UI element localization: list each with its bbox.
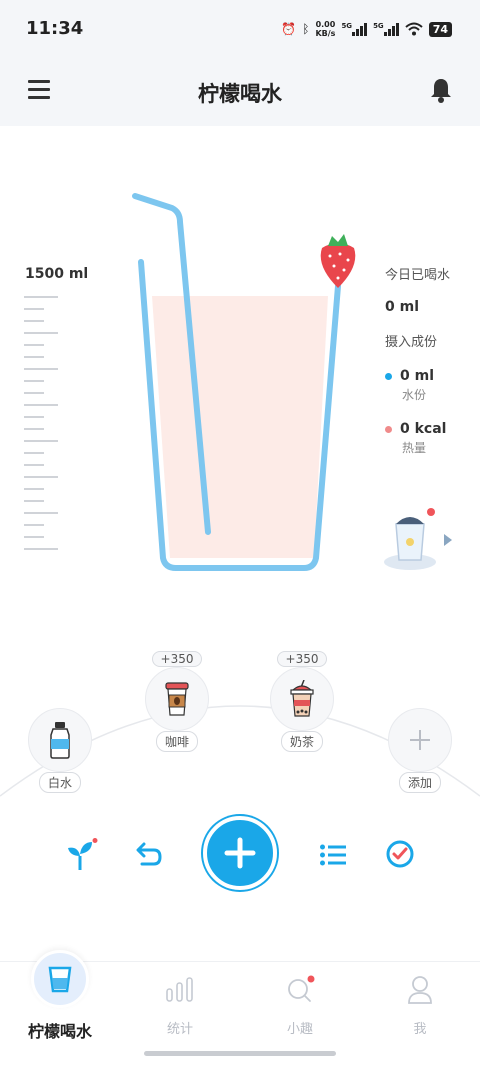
tab-home-label: 柠檬喝水 [27,1022,92,1041]
calorie-dot [385,425,392,433]
signal-icon [383,22,399,36]
bluetooth-icon: ᛒ [302,22,310,36]
water-cup[interactable] [120,186,360,646]
drink-milktea-amount: +350 [276,651,328,667]
drink-coffee-circle [145,667,209,731]
tab-discover[interactable]: 小趣 [240,962,360,1037]
calorie-value: 0 kcal [400,421,447,437]
tab-discover-label: 小趣 [286,1022,313,1037]
drink-coffee-amount: +350 [151,651,203,667]
app-header: 柠檬喝水 [0,62,480,126]
water-bottle-icon [50,722,70,759]
drink-water-circle [28,708,92,772]
drink-milktea-label: 奶茶 [280,731,323,752]
status-bar: 11:34 ⏰ ᛒ 0.00 KB/s 5G 5G 74 [0,0,480,62]
net-speed: 0.00 KB/s [315,20,336,38]
coffee-cup-icon [165,682,189,716]
battery-icon: 74 [428,21,452,37]
signal-icon [352,22,368,36]
list-icon[interactable] [320,844,346,866]
plant-icon[interactable] [66,838,100,872]
drink-add-label: 添加 [398,772,441,793]
calorie-label: 热量 [402,441,427,455]
milk-tea-icon [290,680,314,717]
tab-stats[interactable]: 统计 [120,962,240,1037]
user-icon [408,976,432,1004]
drink-add-button[interactable]: 添加 [388,708,452,793]
wifi-icon [405,22,423,36]
tab-home[interactable]: 柠檬喝水 [0,950,120,1042]
status-time: 11:34 [26,18,84,39]
intake-stats: 今日已喝水 0 ml 摄入成份 0 ml 水份 0 kcal 热量 [385,264,475,456]
today-label: 今日已喝水 [385,268,451,283]
water-value: 0 ml [400,368,435,384]
active-tab-bubble [31,950,89,1008]
composition-label: 摄入成份 [385,335,438,350]
plus-icon [410,730,430,750]
strawberry-icon [320,234,356,288]
drink-coffee-label: 咖啡 [155,731,198,752]
add-water-button[interactable] [203,816,277,890]
drink-water-button[interactable]: 白水 [28,708,92,793]
water-row: 0 ml [385,368,475,384]
search-icon [288,975,315,1002]
action-row [0,816,480,896]
next-cup-arrow[interactable] [444,534,452,546]
bell-icon[interactable] [428,76,454,104]
drink-milktea-button[interactable]: +350 奶茶 [270,648,334,752]
tab-me-label: 我 [413,1022,427,1037]
checkin-icon[interactable] [386,840,414,868]
alarm-icon: ⏰ [281,22,297,36]
drink-coffee-button[interactable]: +350 咖啡 [145,648,209,752]
undo-icon[interactable] [134,842,162,868]
cup-juice [152,296,328,558]
calorie-row: 0 kcal [385,421,475,437]
water-dot [385,372,392,380]
tab-stats-label: 统计 [166,1022,193,1037]
water-glass-icon [48,966,72,993]
bar-chart-icon [166,977,193,1002]
today-value: 0 ml [385,299,420,315]
signal-2: 5G [373,22,399,36]
drink-milktea-circle [270,667,334,731]
volume-scale [24,296,60,560]
status-icons: ⏰ ᛒ 0.00 KB/s 5G 5G 74 [281,20,452,38]
notification-dot [427,508,435,516]
signal-1: 5G [341,22,368,36]
page-title: 柠檬喝水 [198,82,282,106]
main-area: 1500 ml 今日已喝水 0 ml 摄入成份 0 ml 水份 0 kcal 热… [0,126,480,961]
drink-water-label: 白水 [38,772,81,793]
home-indicator[interactable] [144,1051,336,1056]
drink-add-circle [388,708,452,772]
water-label: 水份 [402,388,427,402]
tab-me[interactable]: 我 [360,962,480,1037]
plus-icon [224,837,256,869]
capacity-label: 1500 ml [25,266,89,282]
